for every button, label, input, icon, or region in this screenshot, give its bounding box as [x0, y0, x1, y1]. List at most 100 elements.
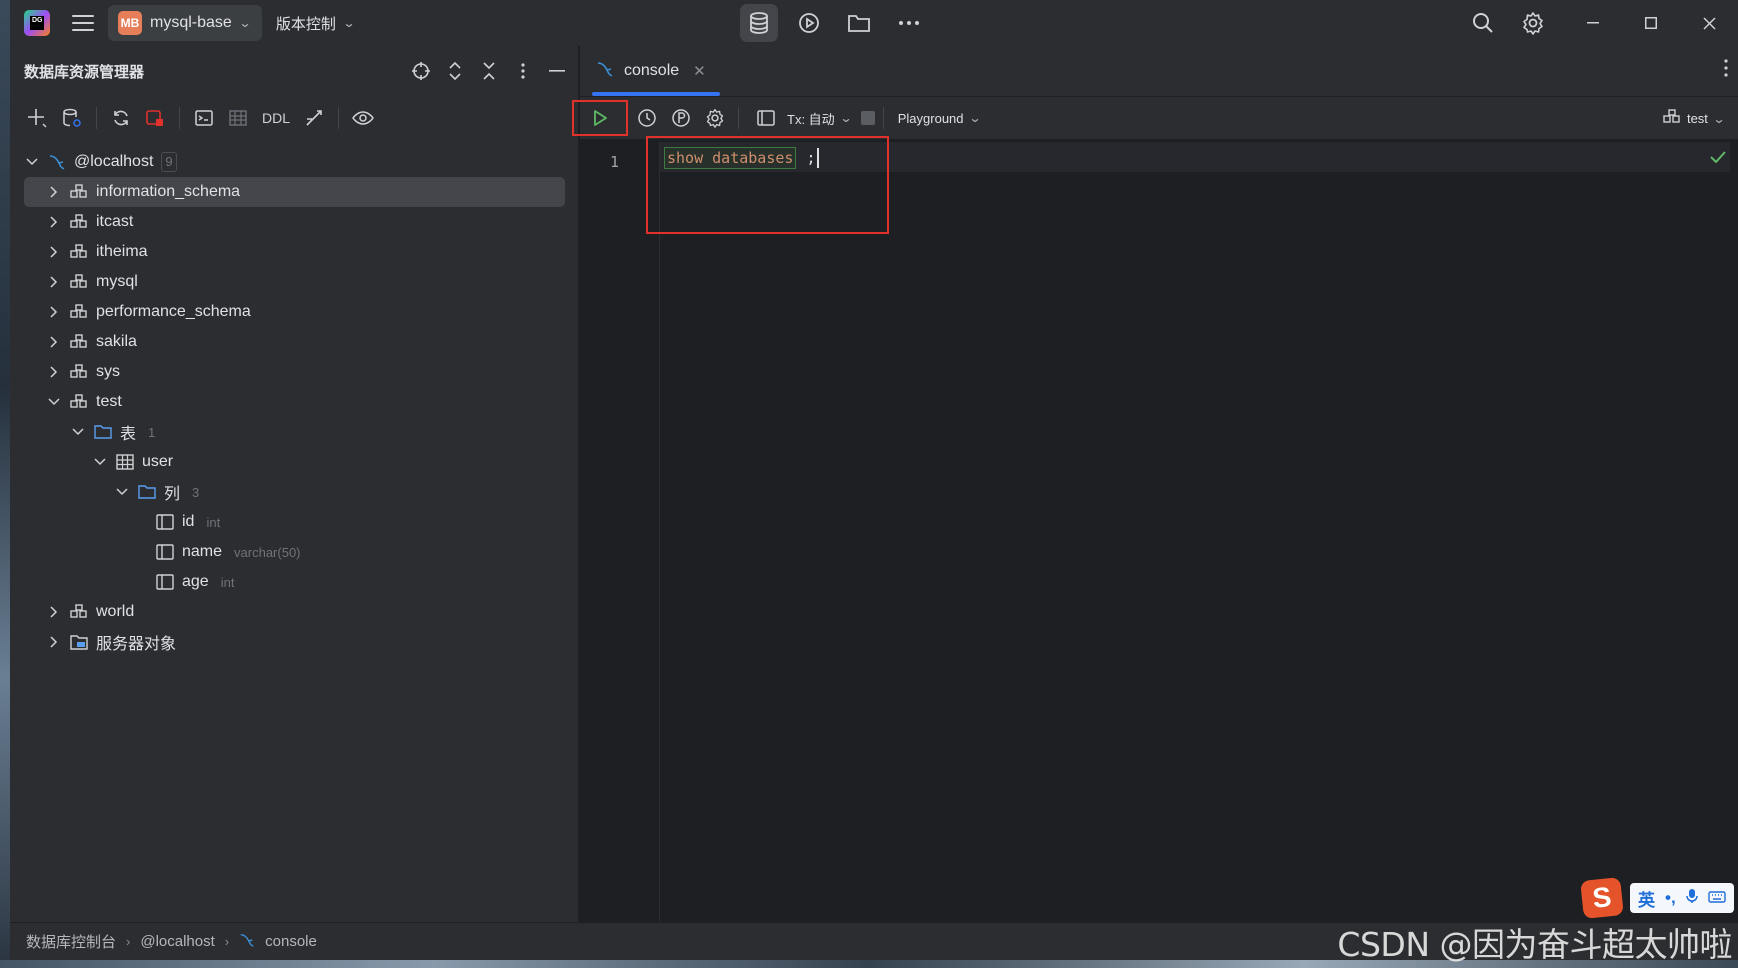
options-kebab-icon[interactable] [1724, 59, 1728, 82]
chevron-down-icon[interactable] [24, 154, 40, 170]
chevron-right-icon[interactable] [46, 364, 62, 380]
chevron-right-icon[interactable] [46, 184, 62, 200]
execute-run-button[interactable] [572, 100, 628, 136]
server-objects-label: 服务器对象 [96, 636, 177, 653]
tree-node-schema[interactable]: sakila [10, 327, 579, 357]
chevron-right-icon[interactable] [46, 304, 62, 320]
database-tree: @localhost 9 information_schema itcast i… [10, 147, 579, 657]
tree-node-table-user[interactable]: user [10, 447, 579, 477]
tree-node-schema[interactable]: performance_schema [10, 297, 579, 327]
breadcrumb-item[interactable]: @localhost [140, 933, 214, 950]
tree-node-tables-folder[interactable]: 表 1 [10, 417, 579, 447]
tree-node-column[interactable]: id int [10, 507, 579, 537]
maximize-icon[interactable] [1622, 0, 1680, 46]
panel-title: 数据库资源管理器 [24, 63, 145, 81]
settings-gear-icon[interactable] [700, 103, 730, 133]
chevron-right-icon[interactable] [46, 214, 62, 230]
chevron-down-icon[interactable] [92, 454, 108, 470]
settings-gear-icon[interactable] [1514, 4, 1552, 42]
chevron-right-icon[interactable] [46, 274, 62, 290]
watermark-text: CSDN @因为奋斗超太帅啦 [1337, 925, 1732, 964]
jump-to-console-icon[interactable] [190, 104, 218, 132]
view-options-eye-icon[interactable] [349, 104, 377, 132]
toolbar-separator [96, 107, 97, 129]
tree-node-schema[interactable]: sys [10, 357, 579, 387]
chevron-down-icon: ⌄ [1712, 111, 1726, 126]
disconnect-icon[interactable] [141, 104, 169, 132]
ime-status-bar[interactable]: 英 •, [1630, 883, 1734, 913]
tree-node-schema[interactable]: mysql [10, 267, 579, 297]
schema-label: sys [96, 363, 120, 380]
table-editor-icon[interactable] [224, 104, 252, 132]
chevron-down-icon[interactable] [46, 394, 62, 410]
chevron-right-icon[interactable] [46, 244, 62, 260]
vcs-label: 版本控制 [275, 15, 336, 33]
toolbar-separator [882, 107, 884, 129]
history-clock-icon[interactable] [632, 103, 662, 133]
more-icon[interactable] [890, 4, 928, 42]
database-icon[interactable] [740, 4, 778, 42]
tree-node-schema[interactable]: information_schema [24, 177, 565, 207]
inspection-ok-check-icon[interactable] [1710, 150, 1726, 168]
column-icon [156, 543, 174, 561]
schema-icon [70, 363, 88, 381]
tree-node-column[interactable]: name varchar(50) [10, 537, 579, 567]
tab-console[interactable]: console ✕ [580, 46, 720, 96]
chevron-right-icon[interactable] [46, 604, 62, 620]
tree-node-column[interactable]: age int [10, 567, 579, 597]
chevron-down-icon[interactable] [70, 424, 86, 440]
database-explorer-panel: 数据库资源管理器 DDL @localhost 9 information_sc… [10, 46, 579, 922]
breadcrumb-item[interactable]: console [265, 933, 317, 950]
vcs-menu[interactable]: 版本控制 ⌄ [275, 13, 356, 34]
data-source-properties-icon[interactable] [58, 104, 86, 132]
sogou-logo-icon: S [1580, 877, 1624, 919]
code-editor[interactable]: 1 show databases ; [580, 142, 1738, 922]
search-icon[interactable] [1464, 4, 1502, 42]
console-icon [596, 60, 614, 83]
refresh-icon[interactable] [107, 104, 135, 132]
project-selector[interactable]: MB mysql-base ⌄ [108, 5, 262, 41]
main-menu-icon[interactable] [72, 15, 94, 31]
tree-node-schema[interactable]: world [10, 597, 579, 627]
schema-label: performance_schema [96, 303, 251, 320]
ime-toolbar[interactable]: S 英 •, [1580, 876, 1738, 920]
collapse-all-icon[interactable] [476, 58, 502, 84]
schema-icon [70, 183, 88, 201]
tree-node-localhost[interactable]: @localhost 9 [10, 147, 579, 177]
datagrip-logo-icon[interactable]: DG [24, 10, 50, 36]
options-kebab-icon[interactable] [510, 58, 536, 84]
schema-icon [1663, 109, 1681, 128]
tree-node-schema[interactable]: itheima [10, 237, 579, 267]
jump-to-source-icon[interactable] [300, 104, 328, 132]
minimize-icon[interactable] [1564, 0, 1622, 46]
expand-all-icon[interactable] [442, 58, 468, 84]
locate-crosshair-icon[interactable] [408, 58, 434, 84]
microphone-icon [1685, 888, 1698, 909]
folder-icon[interactable] [840, 4, 878, 42]
close-window-icon[interactable] [1680, 0, 1738, 46]
explain-plan-icon[interactable] [666, 103, 696, 133]
folder-label: 表 [120, 426, 137, 443]
chevron-right-icon[interactable] [46, 634, 62, 650]
close-icon[interactable]: ✕ [693, 62, 706, 80]
chevron-right-icon[interactable] [46, 334, 62, 350]
schema-icon [70, 273, 88, 291]
transaction-mode-dropdown[interactable]: Tx: 自动 ⌄ [787, 109, 852, 128]
output-layout-icon[interactable] [751, 103, 781, 133]
desktop-background [0, 0, 10, 968]
services-icon[interactable] [790, 4, 828, 42]
chevron-down-icon[interactable] [114, 484, 130, 500]
hide-panel-icon[interactable] [544, 58, 570, 84]
tree-node-schema-test[interactable]: test [10, 387, 579, 417]
ddl-button[interactable]: DDL [258, 110, 294, 126]
tree-node-columns-folder[interactable]: 列 3 [10, 477, 579, 507]
session-schema-dropdown[interactable]: test ⌄ [1663, 109, 1726, 128]
tree-node-server-objects[interactable]: 服务器对象 [10, 627, 579, 657]
schema-label: information_schema [96, 183, 241, 200]
playground-dropdown[interactable]: Playground ⌄ [898, 111, 981, 126]
tree-node-schema[interactable]: itcast [10, 207, 579, 237]
add-icon[interactable] [24, 104, 52, 132]
breadcrumb-item[interactable]: 数据库控制台 [26, 931, 116, 952]
stop-icon[interactable] [860, 111, 875, 125]
schema-label: world [96, 603, 135, 620]
